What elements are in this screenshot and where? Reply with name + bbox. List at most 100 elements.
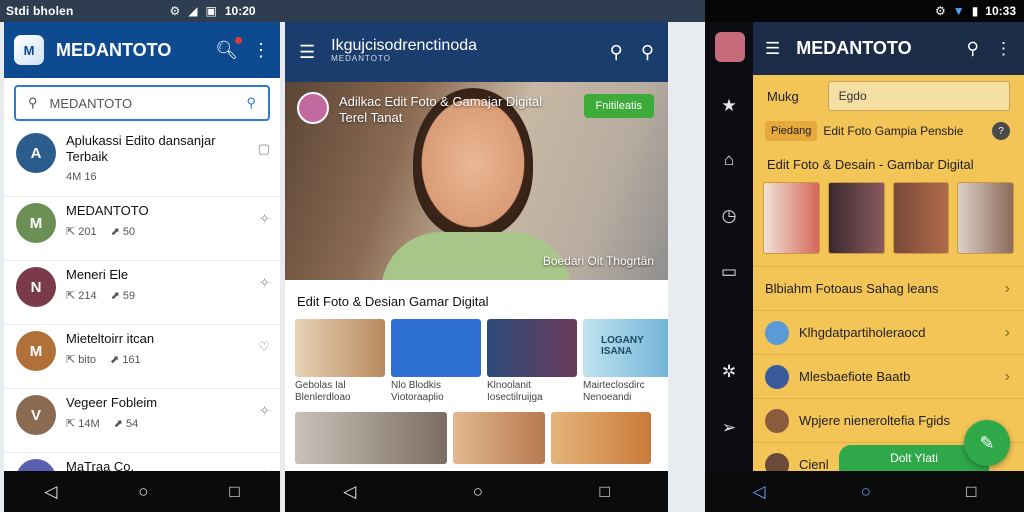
list-item[interactable]: M Mieteltoirr itcan ⇱ bito ⬈ 161 ♡ xyxy=(4,325,280,389)
share-icon[interactable]: ✧ xyxy=(259,403,270,452)
like-count: ⬈ 54 xyxy=(113,418,139,430)
system-nav-bar: ◁ ○ □ xyxy=(285,471,668,512)
hero-action-button[interactable]: Fnitileatis xyxy=(583,94,654,118)
status-bar-left: Stdi bholen ⚙ ◢ ▣ 10:20 xyxy=(0,0,705,22)
home-icon[interactable]: ○ xyxy=(138,482,148,502)
status-time-left: 10:20 xyxy=(224,4,256,18)
thumbnail[interactable] xyxy=(892,182,950,254)
item-title: Aplukassi Edito dansanjar Terbaik xyxy=(66,133,216,164)
item-title: MEDANTOTO xyxy=(66,203,149,218)
more-vert-icon[interactable]: ⋮ xyxy=(252,40,270,61)
wifi-icon: ▼ xyxy=(952,4,965,18)
notification-dot xyxy=(235,36,242,44)
app-bar: M MEDANTOTO 🔍︎ ⋮ xyxy=(4,22,280,78)
thumbnail[interactable] xyxy=(453,412,545,464)
search-box[interactable]: ⚲ ⚲ xyxy=(14,85,270,121)
app-bar: ☰ MEDANTOTO ⚲ ⋮ xyxy=(753,22,1024,75)
bookmark-icon[interactable]: ▢ xyxy=(258,141,270,196)
search-input[interactable] xyxy=(49,95,247,111)
avatar[interactable] xyxy=(715,32,745,62)
main-content: Mukg Piedang Edit Foto Gampia Pensbie ? … xyxy=(753,75,1024,477)
search-alt-icon[interactable]: ⚲ xyxy=(641,42,654,63)
avatar: A xyxy=(16,133,56,173)
menu-icon[interactable]: ☰ xyxy=(765,39,780,59)
panel-left: M MEDANTOTO 🔍︎ ⋮ ⚲ ⚲ A Aplukassi Edito d… xyxy=(4,22,280,512)
search-row: Mukg xyxy=(753,75,1024,111)
list-item[interactable]: M MEDANTOTO ⇱ 201 ⬈ 50 ✧ xyxy=(4,197,280,261)
grid-item[interactable]: Klnoolanit Iosectilruijga xyxy=(487,319,577,408)
filter-row: Piedang Edit Foto Gampia Pensbie ? xyxy=(753,111,1024,141)
share-icon[interactable]: ✧ xyxy=(259,275,270,324)
chevron-right-icon: › xyxy=(1004,279,1010,297)
conversation-list: A Aplukassi Edito dansanjar Terbaik 4M 1… xyxy=(4,127,280,512)
edit-fab-icon[interactable]: ✎ xyxy=(964,420,1010,466)
like-count: ⬈ 50 xyxy=(110,226,136,238)
clock-icon[interactable]: ◷ xyxy=(705,206,753,226)
avatar xyxy=(765,320,789,345)
comment-count: ⇱ 14M xyxy=(66,418,100,430)
grid-item[interactable]: Gebolas Ial Blenlerdloao xyxy=(295,319,385,408)
search-icon[interactable]: ⚲ xyxy=(967,39,979,59)
recents-icon[interactable]: □ xyxy=(599,482,609,502)
filter-title: Edit Foto Gampia Pensbie xyxy=(823,124,964,138)
menu-item[interactable]: Klhgdatpartiholeraocd › xyxy=(753,310,1024,354)
share-icon[interactable]: ✧ xyxy=(259,211,270,260)
search-icon[interactable]: ⚲ xyxy=(610,42,623,63)
recents-icon[interactable]: □ xyxy=(966,482,976,502)
avatar: M xyxy=(16,331,56,371)
folder-icon[interactable]: ▭ xyxy=(705,262,753,282)
app-subtitle: MEDANTOTO xyxy=(331,54,391,63)
home-icon[interactable]: ○ xyxy=(861,482,871,502)
list-item[interactable]: V Vegeer Fobleim ⇱ 14M ⬈ 54 ✧ xyxy=(4,389,280,453)
back-icon[interactable]: ◁ xyxy=(753,482,766,502)
back-icon[interactable]: ◁ xyxy=(44,482,57,502)
section-title: Edit Foto & Desian Gamar Digital xyxy=(297,294,489,309)
thumbnail[interactable] xyxy=(827,182,885,254)
search-input[interactable] xyxy=(827,81,1010,111)
thumbnail-caption: Gebolas Ial Blenlerdloao xyxy=(295,380,351,403)
app-logo[interactable]: M xyxy=(14,35,44,65)
send-icon[interactable]: ➢ xyxy=(705,418,753,438)
avatar xyxy=(765,364,789,389)
panel-middle: ☰ Ikgujcisodrenctinoda MEDANTOTO ⚲ ⚲ Adi… xyxy=(285,22,668,512)
inbox-icon[interactable]: ⌂ xyxy=(705,150,753,170)
signal-icon: ◢ xyxy=(188,4,198,18)
thumbnail[interactable] xyxy=(295,412,447,464)
thumbnail[interactable] xyxy=(763,182,820,254)
avatar xyxy=(765,408,789,433)
thumbnail[interactable] xyxy=(551,412,651,464)
star-icon[interactable]: ★ xyxy=(705,96,753,116)
settings-icon[interactable]: ✲ xyxy=(705,362,753,382)
nav-rail: ★ ⌂ ◷ ▭ ✲ ➢ xyxy=(705,22,753,512)
back-icon[interactable]: ◁ xyxy=(343,482,356,502)
grid-item[interactable]: Nlo Blodkis Viotoraaplio xyxy=(391,319,481,408)
avatar xyxy=(297,92,329,124)
search-submit-icon[interactable]: ⚲ xyxy=(246,95,256,111)
item-title: Mieteltoirr itcan xyxy=(66,331,155,346)
menu-item[interactable]: Blbiahm Fotoaus Sahag leans › xyxy=(753,266,1024,310)
recents-icon[interactable]: □ xyxy=(229,482,239,502)
help-icon[interactable]: ? xyxy=(992,122,1010,140)
thumbnail xyxy=(295,319,385,377)
menu-item-label: Mlesbaefiote Baatb xyxy=(799,369,911,384)
menu-item[interactable]: Mlesbaefiote Baatb › xyxy=(753,354,1024,398)
panel-right: ★ ⌂ ◷ ▭ ✲ ➢ ☰ MEDANTOTO ⚲ ⋮ Mukg Piedang… xyxy=(705,22,1024,512)
grid-item[interactable]: LOGANY ISANA Mairteclosdirc Nenoeandi xyxy=(583,319,668,408)
wifi-icon: ⚙ xyxy=(169,4,181,18)
hero-caption: Boedari Oit Thogrtän xyxy=(542,254,654,268)
hero-banner[interactable]: Adilkac Edit Foto & Gamajar Digital Tere… xyxy=(285,82,668,280)
list-item[interactable]: N Meneri Ele ⇱ 214 ⬈ 59 ✧ xyxy=(4,261,280,325)
share-icon[interactable]: ♡ xyxy=(258,339,270,388)
filter-chip[interactable]: Piedang xyxy=(765,121,818,141)
section-title: Edit Foto & Desain - Gambar Digital xyxy=(767,157,974,172)
menu-icon[interactable]: ☰ xyxy=(299,42,315,63)
more-vert-icon[interactable]: ⋮ xyxy=(995,39,1012,59)
thumbnail-grid: Gebolas Ial Blenlerdloao Nlo Blodkis Vio… xyxy=(285,319,668,408)
search-icon[interactable]: 🔍︎ xyxy=(215,36,242,61)
system-nav-bar: ◁ ○ □ xyxy=(4,471,280,512)
list-item[interactable]: A Aplukassi Edito dansanjar Terbaik 4M 1… xyxy=(4,127,280,197)
home-icon[interactable]: ○ xyxy=(473,482,483,502)
thumbnail[interactable] xyxy=(957,182,1014,254)
apple-logo-icon xyxy=(391,319,481,377)
comment-count: ⇱ bito xyxy=(66,354,97,366)
